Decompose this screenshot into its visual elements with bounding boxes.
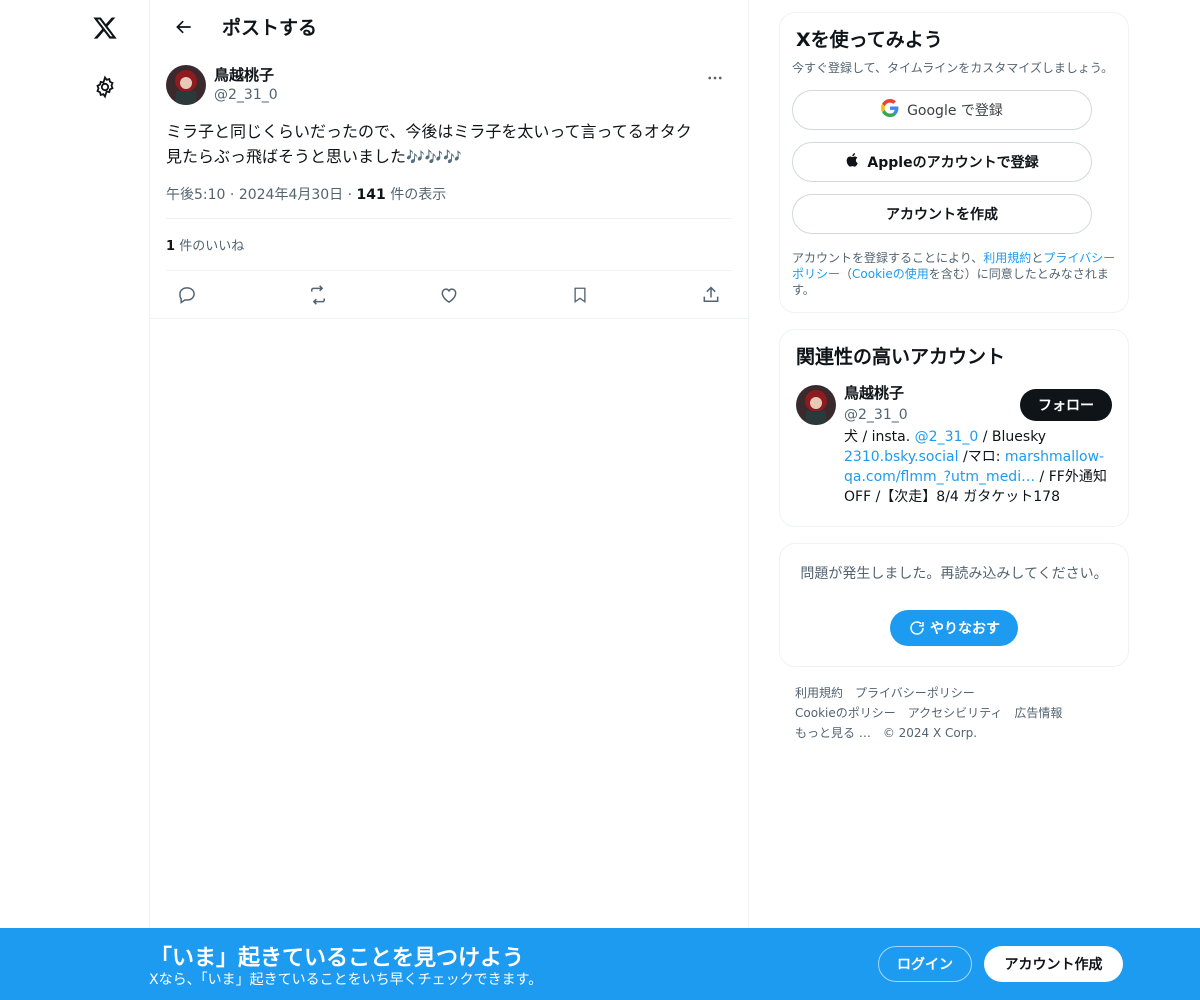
back-arrow-icon[interactable] <box>166 9 202 45</box>
x-logo-icon[interactable] <box>80 3 130 53</box>
author-name[interactable]: 鳥越桃子 <box>214 65 278 85</box>
footer-privacy-link[interactable]: プライバシーポリシー <box>855 686 975 700</box>
related-account-names: 鳥越桃子 @2_31_0 <box>844 383 908 425</box>
likes-count: 1 <box>166 239 176 254</box>
gear-icon[interactable] <box>80 62 130 112</box>
post-author: 鳥越桃子 @2_31_0 <box>214 65 278 105</box>
likes-label: 件のいいね <box>179 239 245 254</box>
footer-more-link[interactable]: もっと見る … <box>795 726 871 740</box>
error-card: 問題が発生しました。再読み込みしてください。 やりなおす <box>779 543 1129 667</box>
bookmark-icon[interactable] <box>563 278 597 312</box>
avatar[interactable] <box>796 385 836 425</box>
footer-cookie-link[interactable]: Cookieのポリシー <box>795 706 896 720</box>
follow-button[interactable]: フォロー <box>1020 389 1112 421</box>
meta-separator: · <box>347 187 353 203</box>
bio-text: /マロ: <box>958 449 1005 465</box>
post-date[interactable]: 2024年4月30日 <box>239 187 343 203</box>
terms-link[interactable]: 利用規約 <box>983 251 1031 265</box>
right-sidebar: Xを使ってみよう 今すぐ登録して、タイムラインをカスタマイズしましょう。 Goo… <box>779 12 1129 743</box>
signup-subtitle: 今すぐ登録して、タイムラインをカスタマイズしましょう。 <box>792 61 1114 75</box>
apple-signup-button[interactable]: Appleのアカウントで登録 <box>792 142 1092 182</box>
footer-terms-link[interactable]: 利用規約 <box>795 686 843 700</box>
related-account-bio: 犬 / insta. @2_31_0 / Bluesky 2310.bsky.s… <box>844 427 1112 507</box>
retry-button[interactable]: やりなおす <box>890 610 1018 646</box>
bio-link-bluesky[interactable]: 2310.bsky.social <box>844 449 959 465</box>
related-title: 関連性の高いアカウント <box>796 346 1006 368</box>
related-account-handle[interactable]: @2_31_0 <box>844 405 908 425</box>
google-signup-button[interactable]: Google で登録 <box>792 90 1092 130</box>
signup-title: Xを使ってみよう <box>796 29 943 51</box>
footer-copyright: © 2024 X Corp. <box>882 726 978 740</box>
login-button[interactable]: ログイン <box>878 946 972 982</box>
post-text: ミラ子と同じくらいだったので、今後はミラ子を太いって言ってるオタク 見たらぶっ飛… <box>166 119 732 170</box>
cookie-link[interactable]: Cookieの使用 <box>852 267 929 281</box>
bio-text: 犬 / insta. <box>844 429 915 445</box>
author-handle[interactable]: @2_31_0 <box>214 85 278 105</box>
footer-accessibility-link[interactable]: アクセシビリティ <box>908 706 1003 720</box>
post-time[interactable]: 午後5:10 <box>166 187 225 203</box>
legal-paren: （ <box>840 267 853 281</box>
footer-ads-link[interactable]: 広告情報 <box>1014 706 1062 720</box>
legal-and: と <box>1031 251 1044 265</box>
banner-title: 「いま」起きていることを見つけよう <box>150 946 525 971</box>
avatar[interactable] <box>166 65 206 105</box>
create-account-button[interactable]: アカウントを作成 <box>792 194 1092 234</box>
related-account-name[interactable]: 鳥越桃子 <box>844 383 908 403</box>
related-account-top: 鳥越桃子 @2_31_0 フォロー <box>844 383 1112 425</box>
apple-icon <box>845 151 861 173</box>
banner-description: Xなら、「いま」起きていることをいち早くチェックできます。 <box>149 972 543 988</box>
share-icon[interactable] <box>694 278 728 312</box>
views-label: 件の表示 <box>390 187 447 203</box>
related-account-body: 鳥越桃子 @2_31_0 フォロー 犬 / insta. @2_31_0 / B… <box>844 383 1112 507</box>
top-bar: ポストする <box>150 0 748 53</box>
legal-prefix: アカウントを登録することにより、 <box>792 251 984 265</box>
post: 鳥越桃子 @2_31_0 ミラ子と同じくらいだったので、今後はミラ子を太いって言… <box>150 53 748 319</box>
page-title: ポストする <box>222 17 318 39</box>
related-account[interactable]: 鳥越桃子 @2_31_0 フォロー 犬 / insta. @2_31_0 / B… <box>780 383 1128 507</box>
google-icon <box>881 99 899 121</box>
google-signup-label: Google で登録 <box>907 103 1003 119</box>
post-header: 鳥越桃子 @2_31_0 <box>166 65 732 105</box>
bio-link-instagram[interactable]: @2_31_0 <box>915 429 979 445</box>
related-accounts-card: 関連性の高いアカウント 鳥越桃子 @2_31_0 フォロー 犬 / insta.… <box>779 329 1129 527</box>
create-account-label: アカウントを作成 <box>886 207 998 223</box>
post-meta: 午後5:10 · 2024年4月30日 · 141 件の表示 <box>166 184 732 219</box>
refresh-icon <box>910 621 924 635</box>
music-notes-emoji: 🎶🎶🎶 <box>406 148 463 166</box>
meta-separator: · <box>229 187 235 203</box>
footer-links: 利用規約 プライバシーポリシー Cookieのポリシー アクセシビリティ 広告情報 も… <box>779 683 1129 743</box>
main-column: ポストする 鳥越桃子 @2_31_0 ミラ子と同じくらいだったので、今後はミラ子… <box>149 0 749 1000</box>
post-actions <box>166 271 732 318</box>
likes-summary[interactable]: 1 件のいいね <box>166 219 732 271</box>
repost-icon[interactable] <box>301 278 335 312</box>
signup-card: Xを使ってみよう 今すぐ登録して、タイムラインをカスタマイズしましょう。 Goo… <box>779 12 1129 313</box>
error-message: 問題が発生しました。再読み込みしてください。 <box>800 566 1108 582</box>
more-options-icon[interactable] <box>698 65 732 91</box>
left-nav <box>0 0 150 1000</box>
apple-signup-label: Appleのアカウントで登録 <box>867 155 1039 171</box>
legal-text: アカウントを登録することにより、利用規約とプライバシーポリシー（Cookieの使… <box>780 250 1128 298</box>
bottom-banner: 「いま」起きていることを見つけよう Xなら、「いま」起きていることをいち早くチェ… <box>0 928 1200 1000</box>
heart-icon[interactable] <box>432 278 466 312</box>
retry-label: やりなおす <box>930 621 1000 637</box>
banner-create-account-button[interactable]: アカウント作成 <box>984 946 1123 982</box>
bio-text: / Bluesky <box>978 429 1047 445</box>
reply-icon[interactable] <box>170 278 204 312</box>
views-count: 141 <box>356 187 386 203</box>
